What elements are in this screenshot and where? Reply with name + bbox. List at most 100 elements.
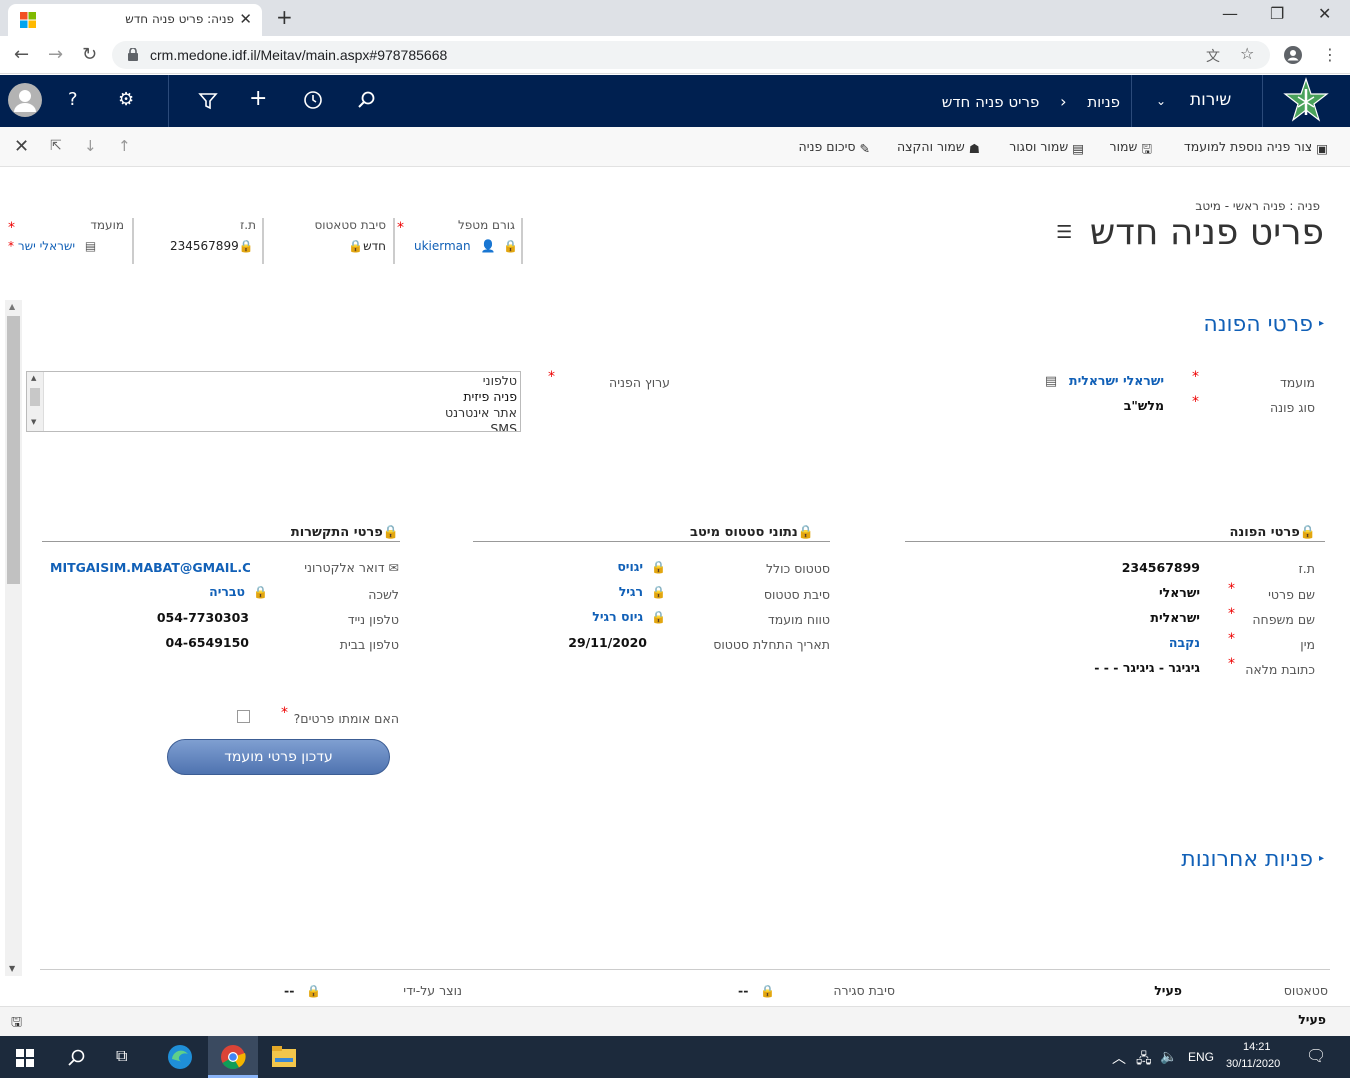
minimize-icon[interactable]: — [1222,4,1238,23]
create-icon[interactable]: + [249,86,267,111]
sub-inquirer-value: ישראלית [1150,610,1200,625]
next-record-icon[interactable]: ↓ [84,137,97,155]
listbox-down-icon[interactable]: ▼ [31,418,36,426]
candidate-lookup-value[interactable]: ישראלי ישראלית [1069,373,1164,388]
candidate-value[interactable]: ישראלי ישר [18,239,75,253]
save-close-icon: ▤ [1072,141,1084,156]
sub-inquirer-label: ת.ז [1298,561,1315,576]
close-form-icon[interactable]: ✕ [14,136,29,157]
account-icon[interactable] [1284,46,1302,64]
lock-icon: 🔒 [382,525,399,540]
update-candidate-button[interactable]: עדכון פרטי מועמד [167,739,390,775]
save-assign-button[interactable]: ☗שמור והקצה [897,139,980,156]
chrome-icon[interactable] [220,1044,246,1070]
nav-service[interactable]: שירות [1190,90,1231,110]
forward-icon[interactable]: → [48,44,63,65]
settings-icon[interactable]: ⚙ [118,89,134,110]
filter-icon[interactable] [198,91,218,111]
volume-icon[interactable]: 🔈 [1160,1048,1177,1065]
header-field-status-reason: סיבת סטאטוס חדש🔒 [298,218,386,264]
channel-option[interactable]: פניה פיזית [27,389,520,405]
nav-inquiries[interactable]: פניות [1087,93,1120,111]
owner-value[interactable]: ukierman [414,239,471,253]
window-close-icon[interactable]: ✕ [1318,4,1331,23]
office-value[interactable]: טבריה [209,584,245,599]
sub-inquirer-label: שם פרטי [1268,587,1315,602]
search-icon[interactable] [66,1048,86,1068]
section-recent-title[interactable]: ▸ פניות אחרונות [1181,847,1324,872]
close-tab-icon[interactable]: ✕ [239,10,252,28]
footer-close-reason-wrap: -- 🔒 [738,983,775,998]
search-icon[interactable] [356,90,376,110]
form-selector-icon[interactable]: ☰ [1056,222,1072,243]
page-scrollbar[interactable]: ▲ ▼ [5,300,22,976]
help-icon[interactable]: ? [68,89,78,110]
tray-up-icon[interactable]: ︿ [1112,1048,1126,1068]
sub-status-value[interactable]: יגויס [617,559,643,574]
save-status-icon[interactable]: 🖫 [11,1013,22,1035]
new-inquiry-for-patient-button[interactable]: ▣צור פניה נוספת למועמד [1184,139,1328,156]
footer-status-value: פעיל [1154,983,1182,998]
listbox-thumb[interactable] [30,388,40,406]
listbox-scrollbar[interactable]: ▲ ▼ [27,372,44,431]
type-field-value[interactable]: מלש"ב [1124,398,1164,413]
history-icon[interactable] [303,90,323,110]
file-explorer-icon[interactable] [272,1046,296,1068]
record-breadcrumb: פניה : פניה ראשי - מיטב [1195,199,1320,213]
sub-status-value[interactable]: גיוס רגיל [592,609,643,624]
reload-icon[interactable]: ↻ [82,44,97,65]
header-field-candidate: מועמד * ישראלי ישר ▤ * [8,218,124,253]
save-button[interactable]: 🖫שמור [1110,139,1152,161]
clock-time[interactable]: 14:21 [1243,1041,1271,1053]
lock-icon: 🔒 [651,560,666,574]
new-inquiry-label: צור פניה נוספת למועמד [1183,139,1313,154]
section-inquirer-title[interactable]: ▸ פרטי הפונה [1203,312,1324,337]
nav-current-item[interactable]: פריט פניה חדש [942,93,1040,111]
scroll-down-icon[interactable]: ▼ [9,964,15,973]
url-text: crm.medone.idf.il/Meitav/main.aspx#97878… [150,47,448,63]
clock-date[interactable]: 30/11/2020 [1226,1058,1280,1070]
start-icon[interactable] [16,1049,34,1067]
back-icon[interactable]: ← [14,44,29,65]
listbox-up-icon[interactable]: ▲ [31,374,36,382]
new-tab-icon[interactable]: + [276,5,293,29]
scroll-thumb[interactable] [7,316,20,584]
footer-close-reason-label: סיבת סגירה [833,983,895,998]
browser-tab-strip: פניה: פריט פניה חדש ✕ + — ❐ ✕ [0,0,1350,36]
footer-close-reason-value: -- [738,983,749,998]
channel-option[interactable]: טלפוני [27,373,520,389]
channel-option[interactable]: אתר אינטרנט [27,405,520,421]
nav-separator [1131,75,1132,127]
summary-button[interactable]: ✎סיכום פניה [799,139,870,156]
channel-listbox[interactable]: ▲ ▼ טלפוני פניה פיזית אתר אינטרנט SMS [26,371,521,432]
candidate-lookup[interactable]: ישראלי ישראלית ▤ [1045,373,1164,389]
popout-icon[interactable]: ⇱ [50,138,62,154]
channel-option[interactable]: SMS [27,421,520,431]
restore-icon[interactable]: ❐ [1270,4,1284,23]
menu-icon[interactable]: ⋮ [1322,45,1338,64]
home-phone-value: 04-6549150 [165,635,249,650]
language-indicator[interactable]: ENG [1188,1050,1214,1064]
scroll-up-icon[interactable]: ▲ [9,302,15,311]
omnibox[interactable]: crm.medone.idf.il/Meitav/main.aspx#97878… [112,41,1270,69]
prev-record-icon[interactable]: ↑ [118,137,131,155]
verify-checkbox[interactable] [237,710,250,723]
save-close-button[interactable]: ▤שמור וסגור [1009,139,1084,156]
required-marker: * [1192,394,1199,410]
edge-icon[interactable] [167,1044,193,1070]
email-value-wrap: MITGAISIM.MABAT@GMAIL.COM [50,560,250,575]
translate-icon[interactable]: ⽂ [1206,46,1220,66]
network-icon[interactable]: 🖧 [1136,1048,1152,1072]
user-avatar-icon[interactable] [8,83,42,117]
email-value[interactable]: MITGAISIM.MABAT@GMAIL.COM [50,560,250,575]
nav-breadcrumb[interactable]: פניות ‹ פריט פניה חדש [942,92,1120,111]
star-icon[interactable]: ☆ [1240,44,1254,63]
sub-inquirer-value[interactable]: נקבה [1169,635,1200,650]
page-title-text: פריט פניה חדש [1089,212,1324,253]
task-view-icon[interactable]: ⧉ [116,1046,127,1066]
notifications-icon[interactable]: 🗨 [1306,1046,1326,1066]
browser-tab[interactable]: פניה: פריט פניה חדש ✕ [8,4,262,36]
sub-status-value[interactable]: רגיל [619,584,643,599]
sub-inquirer-underline [905,541,1325,542]
chevron-down-icon[interactable]: ⌄ [1156,94,1166,108]
